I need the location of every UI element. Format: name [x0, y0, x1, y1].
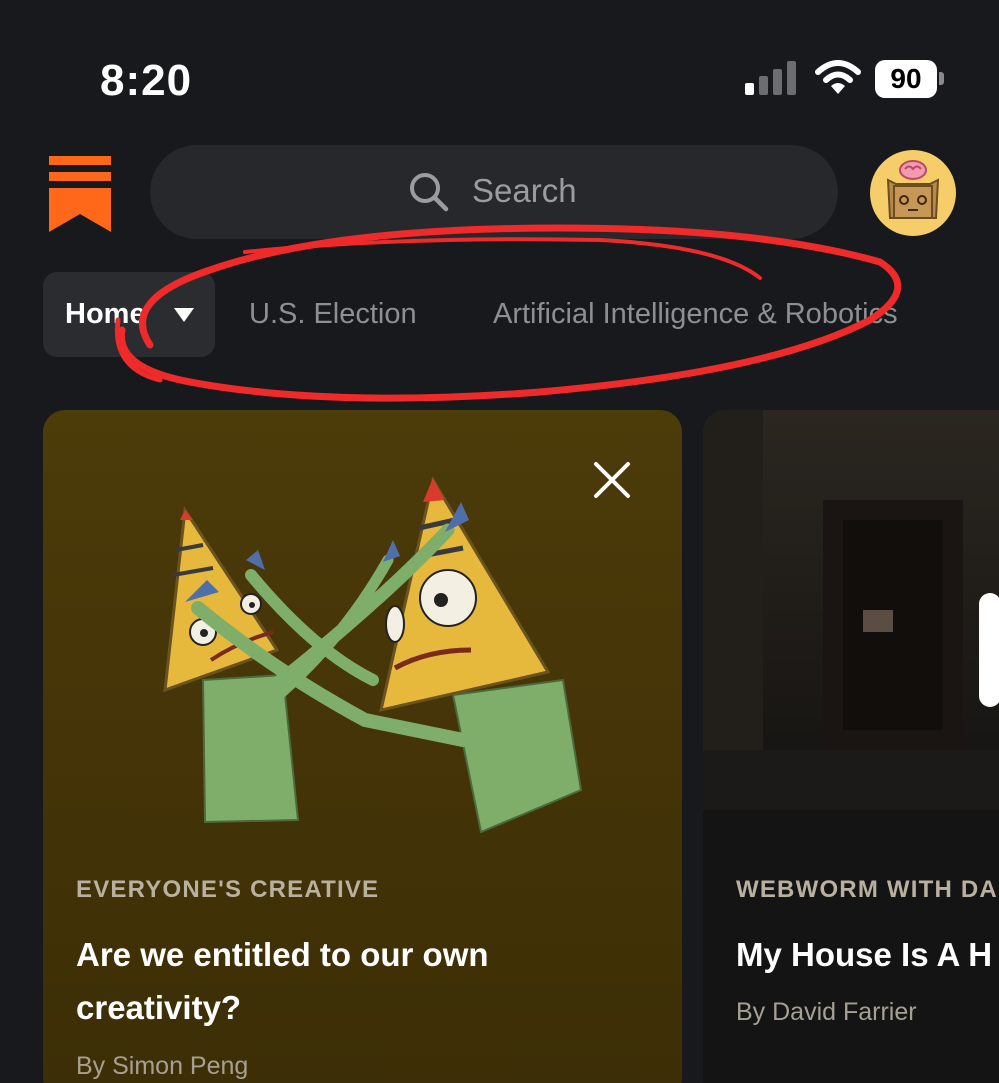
post-illustration — [163, 476, 583, 834]
status-bar: 8:20 90 — [0, 0, 999, 140]
post-title-line2[interactable]: creativity? — [76, 981, 241, 1034]
clock: 8:20 — [100, 56, 193, 105]
post-byline: By David Farrier — [736, 998, 917, 1026]
search-placeholder[interactable]: Search — [472, 172, 577, 210]
publication-name: WEBWORM WITH DA — [736, 876, 998, 903]
battery-nub — [939, 72, 944, 85]
close-icon[interactable] — [592, 460, 632, 500]
post-title-line1[interactable]: My House Is A H — [736, 928, 992, 981]
publication-name: EVERYONE'S CREATIVE — [76, 876, 380, 903]
caret-down-icon[interactable] — [173, 307, 195, 323]
scroll-handle[interactable] — [979, 593, 999, 707]
battery-level: 90 — [890, 63, 922, 94]
tab-home-label[interactable]: Home — [65, 298, 146, 331]
post-title-line1[interactable]: Are we entitled to our own — [76, 928, 489, 981]
tab-ai-robotics[interactable]: Artificial Intelligence & Robotics — [493, 298, 898, 331]
search-icon — [410, 173, 449, 212]
box-robot-avatar-icon — [886, 160, 940, 219]
bookmark-stack-logo-icon[interactable] — [49, 156, 111, 232]
tab-us-election[interactable]: U.S. Election — [249, 298, 417, 331]
wifi-icon — [815, 60, 861, 94]
avatar[interactable] — [870, 150, 956, 236]
post-card[interactable] — [703, 410, 999, 1083]
post-photo — [703, 410, 999, 810]
cellular-signal-icon — [745, 61, 796, 95]
post-byline: By Simon Peng — [76, 1052, 249, 1080]
